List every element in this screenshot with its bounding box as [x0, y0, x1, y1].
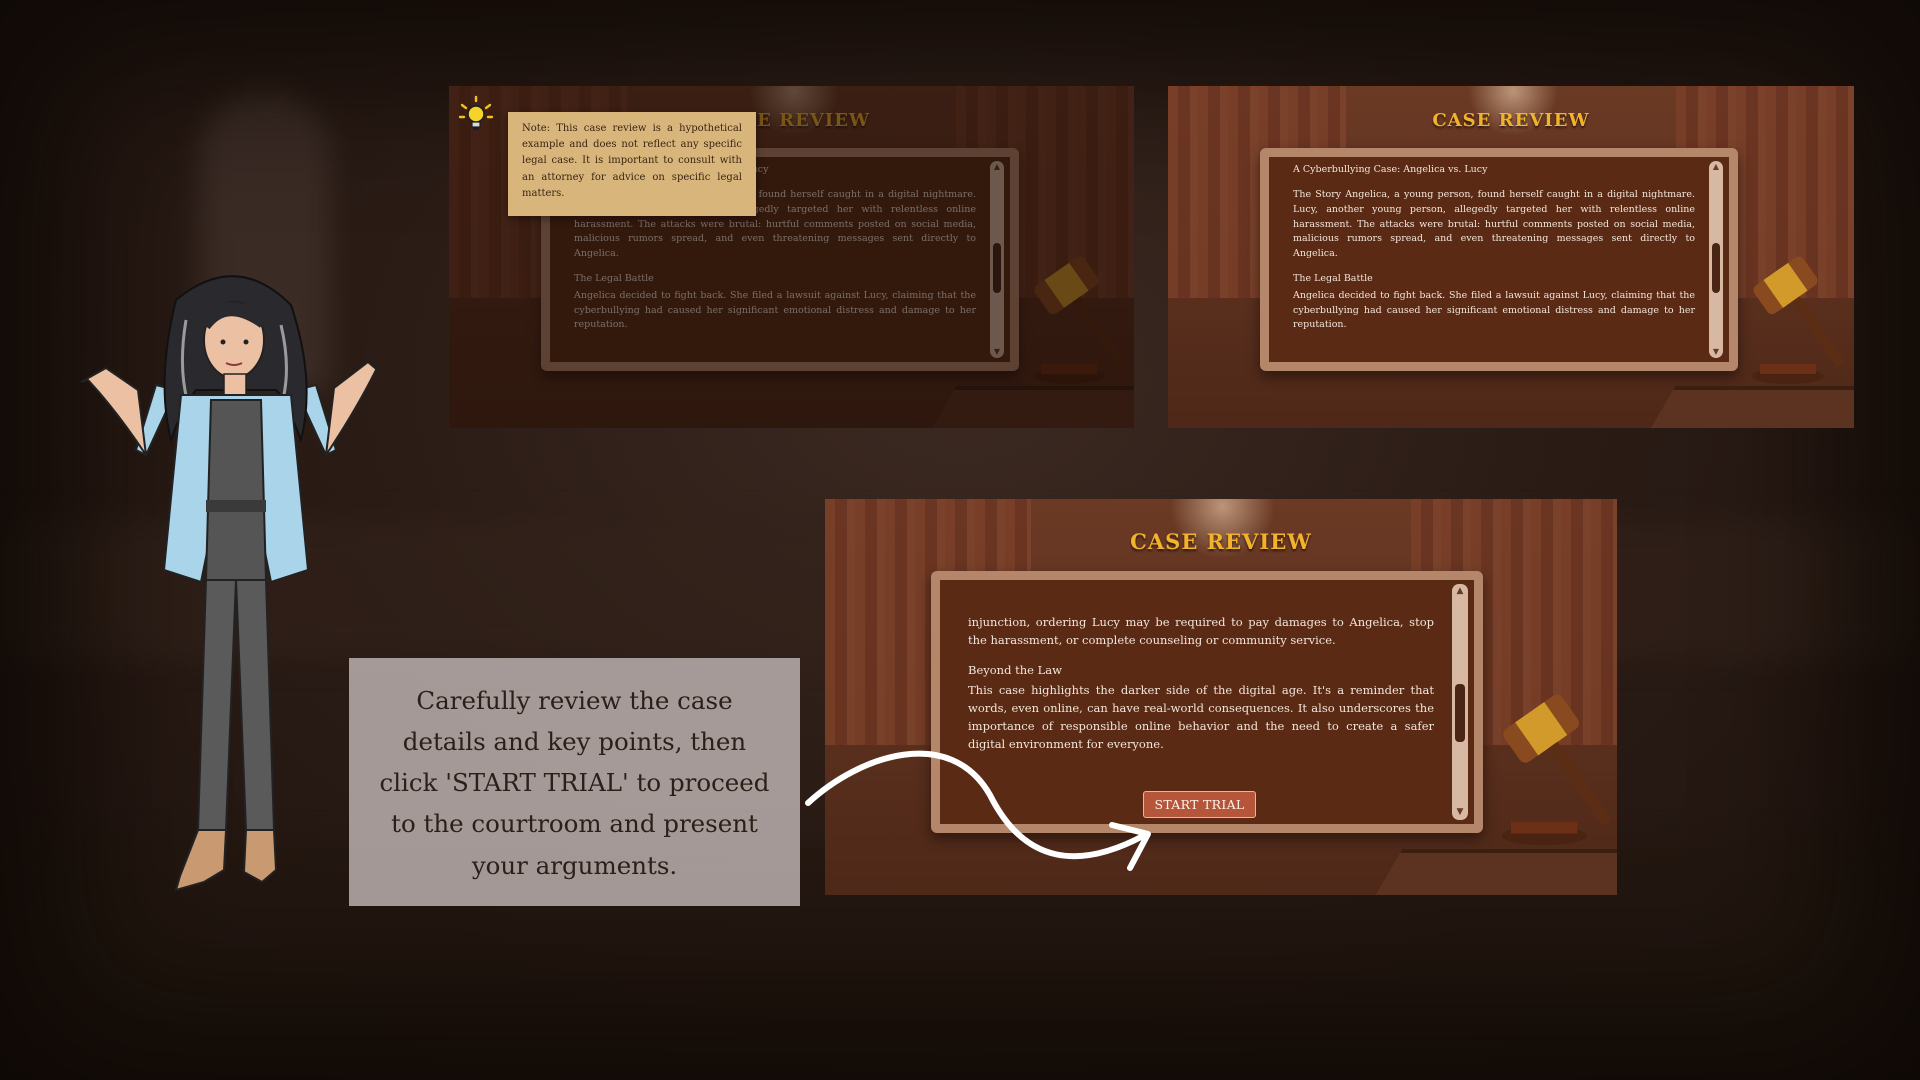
- slide-title: CASE REVIEW: [1130, 529, 1312, 554]
- case-subheading: Beyond the Law: [968, 663, 1062, 678]
- curved-arrow-icon: [805, 750, 1151, 871]
- lightbulb-icon: [458, 95, 494, 130]
- disclaimer-note: Note: This case review is a hypothetical…: [508, 112, 756, 216]
- instruction-text-box: Carefully review the case details and ke…: [349, 658, 800, 906]
- scrollbar[interactable]: ▲ ▼: [1452, 584, 1468, 820]
- case-review-slide: CASE REVIEW A Cyberbullying Case: Angeli…: [1168, 86, 1854, 428]
- case-paragraph: injunction, ordering Lucy may be require…: [968, 615, 1434, 647]
- judge-desk: [1640, 386, 1854, 428]
- case-paragraph: Angelica decided to fight back. She file…: [1293, 289, 1695, 331]
- scroll-down-icon[interactable]: ▼: [1452, 808, 1468, 817]
- case-heading: A Cyberbullying Case: Angelica vs. Lucy: [1293, 164, 1488, 175]
- scroll-thumb[interactable]: [1455, 684, 1465, 742]
- gavel-icon: [1752, 256, 1846, 384]
- scroll-up-icon[interactable]: ▲: [1709, 163, 1723, 171]
- slide-title: CASE REVIEW: [1432, 110, 1590, 131]
- scroll-thumb[interactable]: [1712, 243, 1720, 293]
- lawyer-character-illustration: [80, 275, 383, 892]
- case-paragraph: The Story Angelica, a young person, foun…: [1293, 189, 1695, 260]
- scroll-up-icon[interactable]: ▲: [1452, 587, 1468, 596]
- case-text-panel: A Cyberbullying Case: Angelica vs. Lucy …: [1260, 148, 1738, 371]
- judge-desk: [1367, 849, 1617, 895]
- scroll-down-icon[interactable]: ▼: [1709, 348, 1723, 356]
- scrollbar[interactable]: ▲ ▼: [1709, 161, 1723, 358]
- gavel-icon: [1501, 694, 1612, 846]
- case-subheading: The Legal Battle: [1293, 273, 1373, 285]
